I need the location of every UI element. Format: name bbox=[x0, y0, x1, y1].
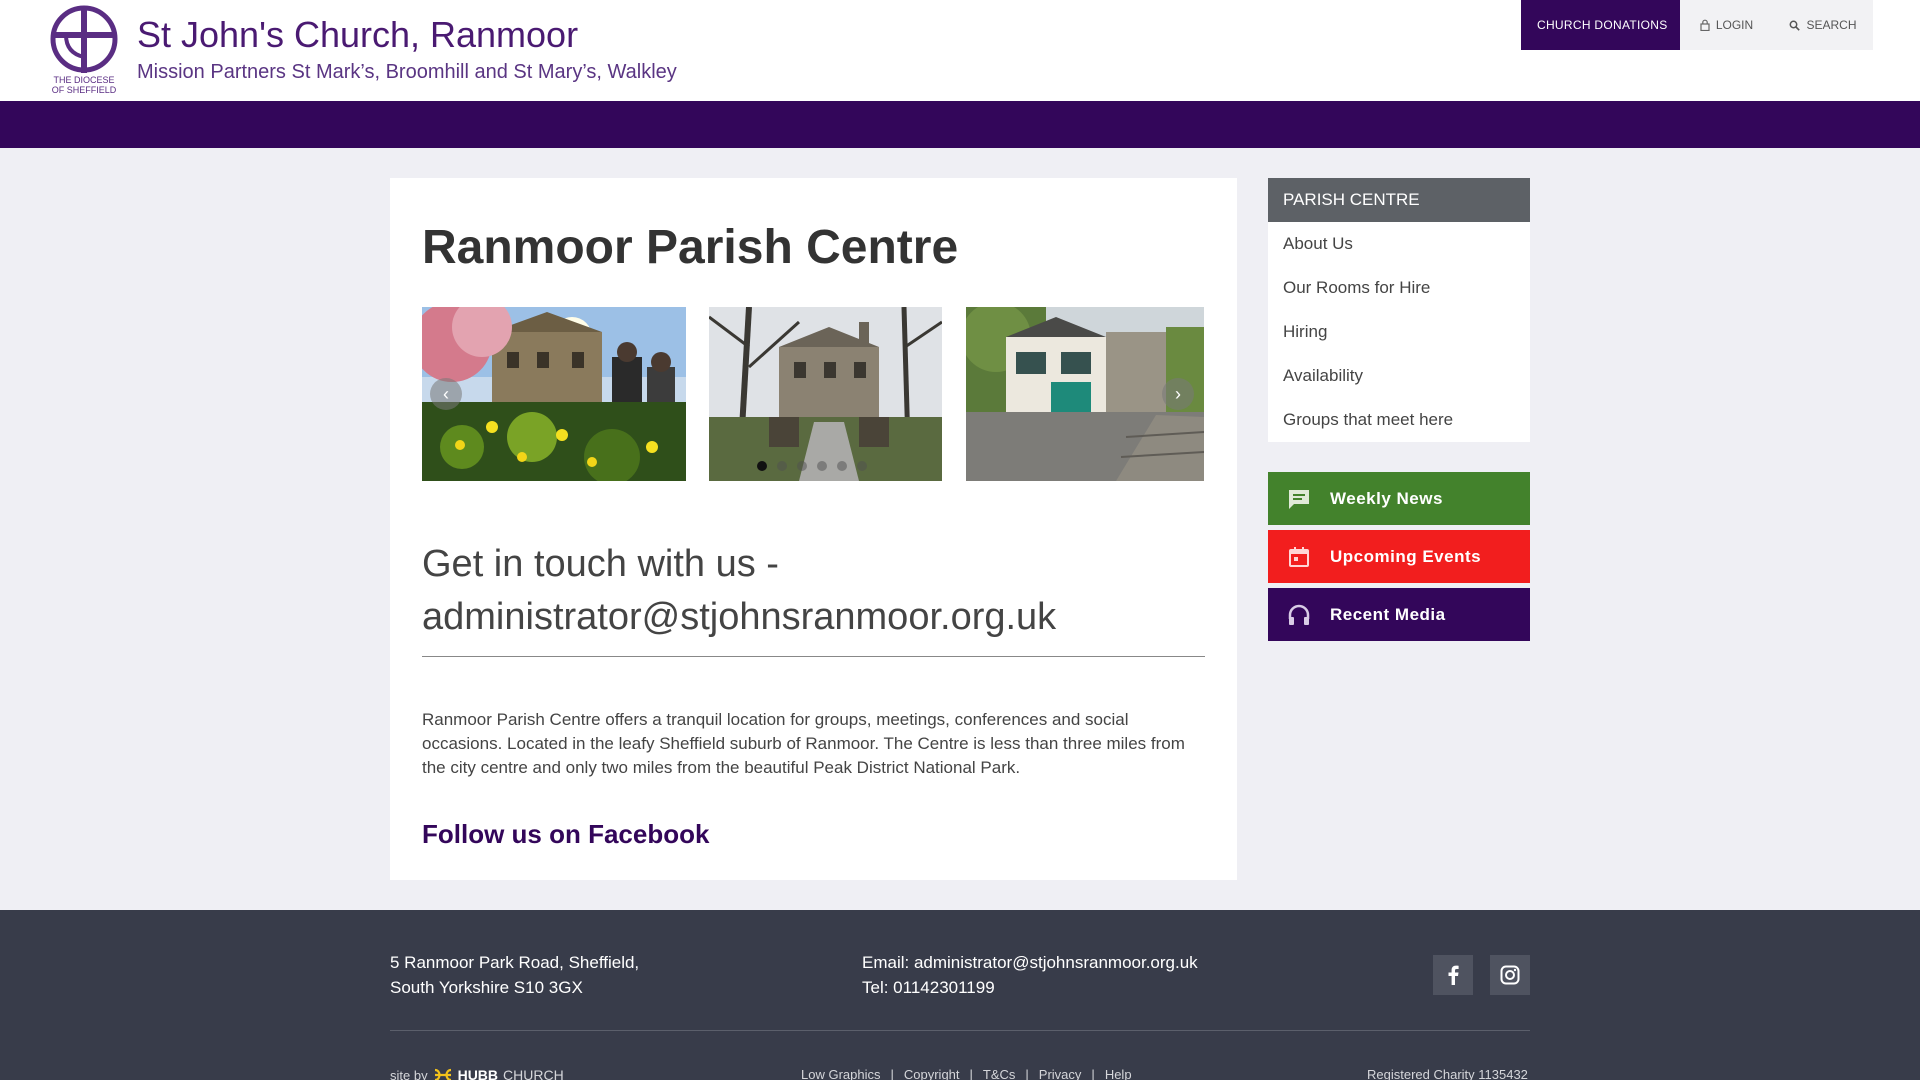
carousel-dot[interactable] bbox=[837, 461, 847, 471]
chat-icon bbox=[1268, 488, 1330, 510]
site-by-label: site by bbox=[390, 1067, 428, 1080]
site-header: THE DIOCESE OF SHEFFIELD St John's Churc… bbox=[0, 0, 1920, 101]
footer-separator: | bbox=[969, 1067, 973, 1080]
copyright-link[interactable]: Copyright bbox=[904, 1067, 960, 1080]
site-footer: 5 Ranmoor Park Road, Sheffield, South Yo… bbox=[0, 910, 1920, 1080]
privacy-link[interactable]: Privacy bbox=[1039, 1067, 1082, 1080]
weekly-news-label: Weekly News bbox=[1330, 488, 1443, 508]
instagram-button[interactable] bbox=[1490, 955, 1530, 995]
site-title[interactable]: St John's Church, Ranmoor bbox=[137, 14, 578, 56]
site-subtitle: Mission Partners St Mark’s, Broomhill an… bbox=[137, 61, 677, 83]
footer-divider bbox=[390, 1030, 1530, 1031]
login-label: LOGIN bbox=[1715, 18, 1754, 32]
carousel-next-button[interactable]: › bbox=[1162, 378, 1194, 410]
footer-separator: | bbox=[1091, 1067, 1095, 1080]
footer-separator: | bbox=[890, 1067, 894, 1080]
sidebar-item-rooms-for-hire[interactable]: Our Rooms for Hire bbox=[1268, 266, 1530, 310]
low-graphics-link[interactable]: Low Graphics bbox=[801, 1067, 880, 1080]
footer-links: Low Graphics | Copyright | T&Cs | Privacy | Help bbox=[801, 1067, 1132, 1080]
address-line-1: 5 Ranmoor Park Road, Sheffield, bbox=[390, 953, 640, 972]
page-title: Ranmoor Parish Centre bbox=[422, 221, 959, 274]
carousel-dot[interactable] bbox=[797, 461, 807, 471]
main-navbar bbox=[0, 101, 1920, 148]
contact-heading: Get in touch with us - administrator@stj… bbox=[422, 538, 1205, 657]
contact-heading-line-1: Get in touch with us - bbox=[422, 543, 779, 585]
search-icon bbox=[1790, 20, 1801, 31]
diocese-cross-icon bbox=[50, 5, 118, 73]
footer-phone[interactable]: Tel: 01142301199 bbox=[862, 975, 1198, 1000]
logo-line-1: THE DIOCESE bbox=[53, 75, 115, 85]
footer-email[interactable]: Email: administrator@stjohnsranmoor.org.… bbox=[862, 950, 1198, 975]
instagram-icon bbox=[1500, 965, 1520, 985]
recent-media-button[interactable]: Recent Media bbox=[1268, 588, 1530, 641]
facebook-icon bbox=[1448, 965, 1459, 985]
footer-separator: | bbox=[1025, 1067, 1029, 1080]
logo-line-2: OF SHEFFIELD bbox=[51, 85, 117, 95]
sidebar-menu-title: PARISH CENTRE bbox=[1268, 178, 1530, 222]
sidebar-menu: PARISH CENTRE About Us Our Rooms for Hir… bbox=[1268, 178, 1530, 442]
carousel-prev-button[interactable]: ‹ bbox=[430, 378, 462, 410]
upcoming-events-label: Upcoming Events bbox=[1330, 546, 1482, 566]
hubb-church-label: CHURCH bbox=[503, 1067, 564, 1080]
main-content: Ranmoor Parish Centre ‹ › Get in touch w… bbox=[390, 178, 1237, 880]
recent-media-label: Recent Media bbox=[1330, 604, 1446, 624]
address-line-2: South Yorkshire S10 3GX bbox=[390, 978, 583, 997]
intro-paragraph: Ranmoor Parish Centre offers a tranquil … bbox=[422, 710, 1185, 777]
top-utility-bar: CHURCH DONATIONS LOGIN SEARCH bbox=[1521, 0, 1873, 50]
footer-address: 5 Ranmoor Park Road, Sheffield, South Yo… bbox=[390, 950, 639, 1000]
lock-icon bbox=[1700, 19, 1710, 31]
calendar-icon bbox=[1268, 546, 1330, 568]
help-link[interactable]: Help bbox=[1105, 1067, 1132, 1080]
facebook-button[interactable] bbox=[1433, 955, 1473, 995]
carousel-dot[interactable] bbox=[817, 461, 827, 471]
carousel-dot[interactable] bbox=[757, 461, 767, 471]
terms-link[interactable]: T&Cs bbox=[983, 1067, 1016, 1080]
login-button[interactable]: LOGIN bbox=[1680, 0, 1773, 50]
logo-text: THE DIOCESE OF SHEFFIELD bbox=[50, 75, 118, 95]
follow-facebook-link[interactable]: Follow us on Facebook bbox=[422, 819, 709, 850]
weekly-news-button[interactable]: Weekly News bbox=[1268, 472, 1530, 525]
hubb-logo-icon bbox=[434, 1068, 451, 1080]
search-label: SEARCH bbox=[1806, 18, 1857, 32]
contact-email[interactable]: administrator@stjohnsranmoor.org.uk bbox=[422, 591, 1205, 644]
carousel-dots bbox=[757, 461, 867, 471]
sidebar-item-hiring[interactable]: Hiring bbox=[1268, 310, 1530, 354]
search-button[interactable]: SEARCH bbox=[1773, 0, 1873, 50]
chevron-right-icon: › bbox=[1175, 384, 1181, 404]
carousel-image-building-driveway[interactable] bbox=[709, 307, 942, 481]
site-credit[interactable]: site by HUBB CHURCH bbox=[390, 1067, 564, 1080]
footer-contact: Email: administrator@stjohnsranmoor.org.… bbox=[862, 950, 1198, 1000]
church-donations-button[interactable]: CHURCH DONATIONS bbox=[1521, 0, 1680, 50]
carousel-dot[interactable] bbox=[777, 461, 787, 471]
diocese-logo[interactable]: THE DIOCESE OF SHEFFIELD bbox=[50, 5, 118, 95]
hubb-brand: HUBB bbox=[457, 1067, 499, 1080]
sidebar-item-availability[interactable]: Availability bbox=[1268, 354, 1530, 398]
chevron-left-icon: ‹ bbox=[443, 384, 449, 404]
headphones-icon bbox=[1268, 604, 1330, 626]
sidebar-item-about-us[interactable]: About Us bbox=[1268, 222, 1530, 266]
registered-charity: Registered Charity 1135432 bbox=[1367, 1067, 1528, 1080]
sidebar-item-groups[interactable]: Groups that meet here bbox=[1268, 398, 1530, 442]
carousel-dot[interactable] bbox=[857, 461, 867, 471]
upcoming-events-button[interactable]: Upcoming Events bbox=[1268, 530, 1530, 583]
